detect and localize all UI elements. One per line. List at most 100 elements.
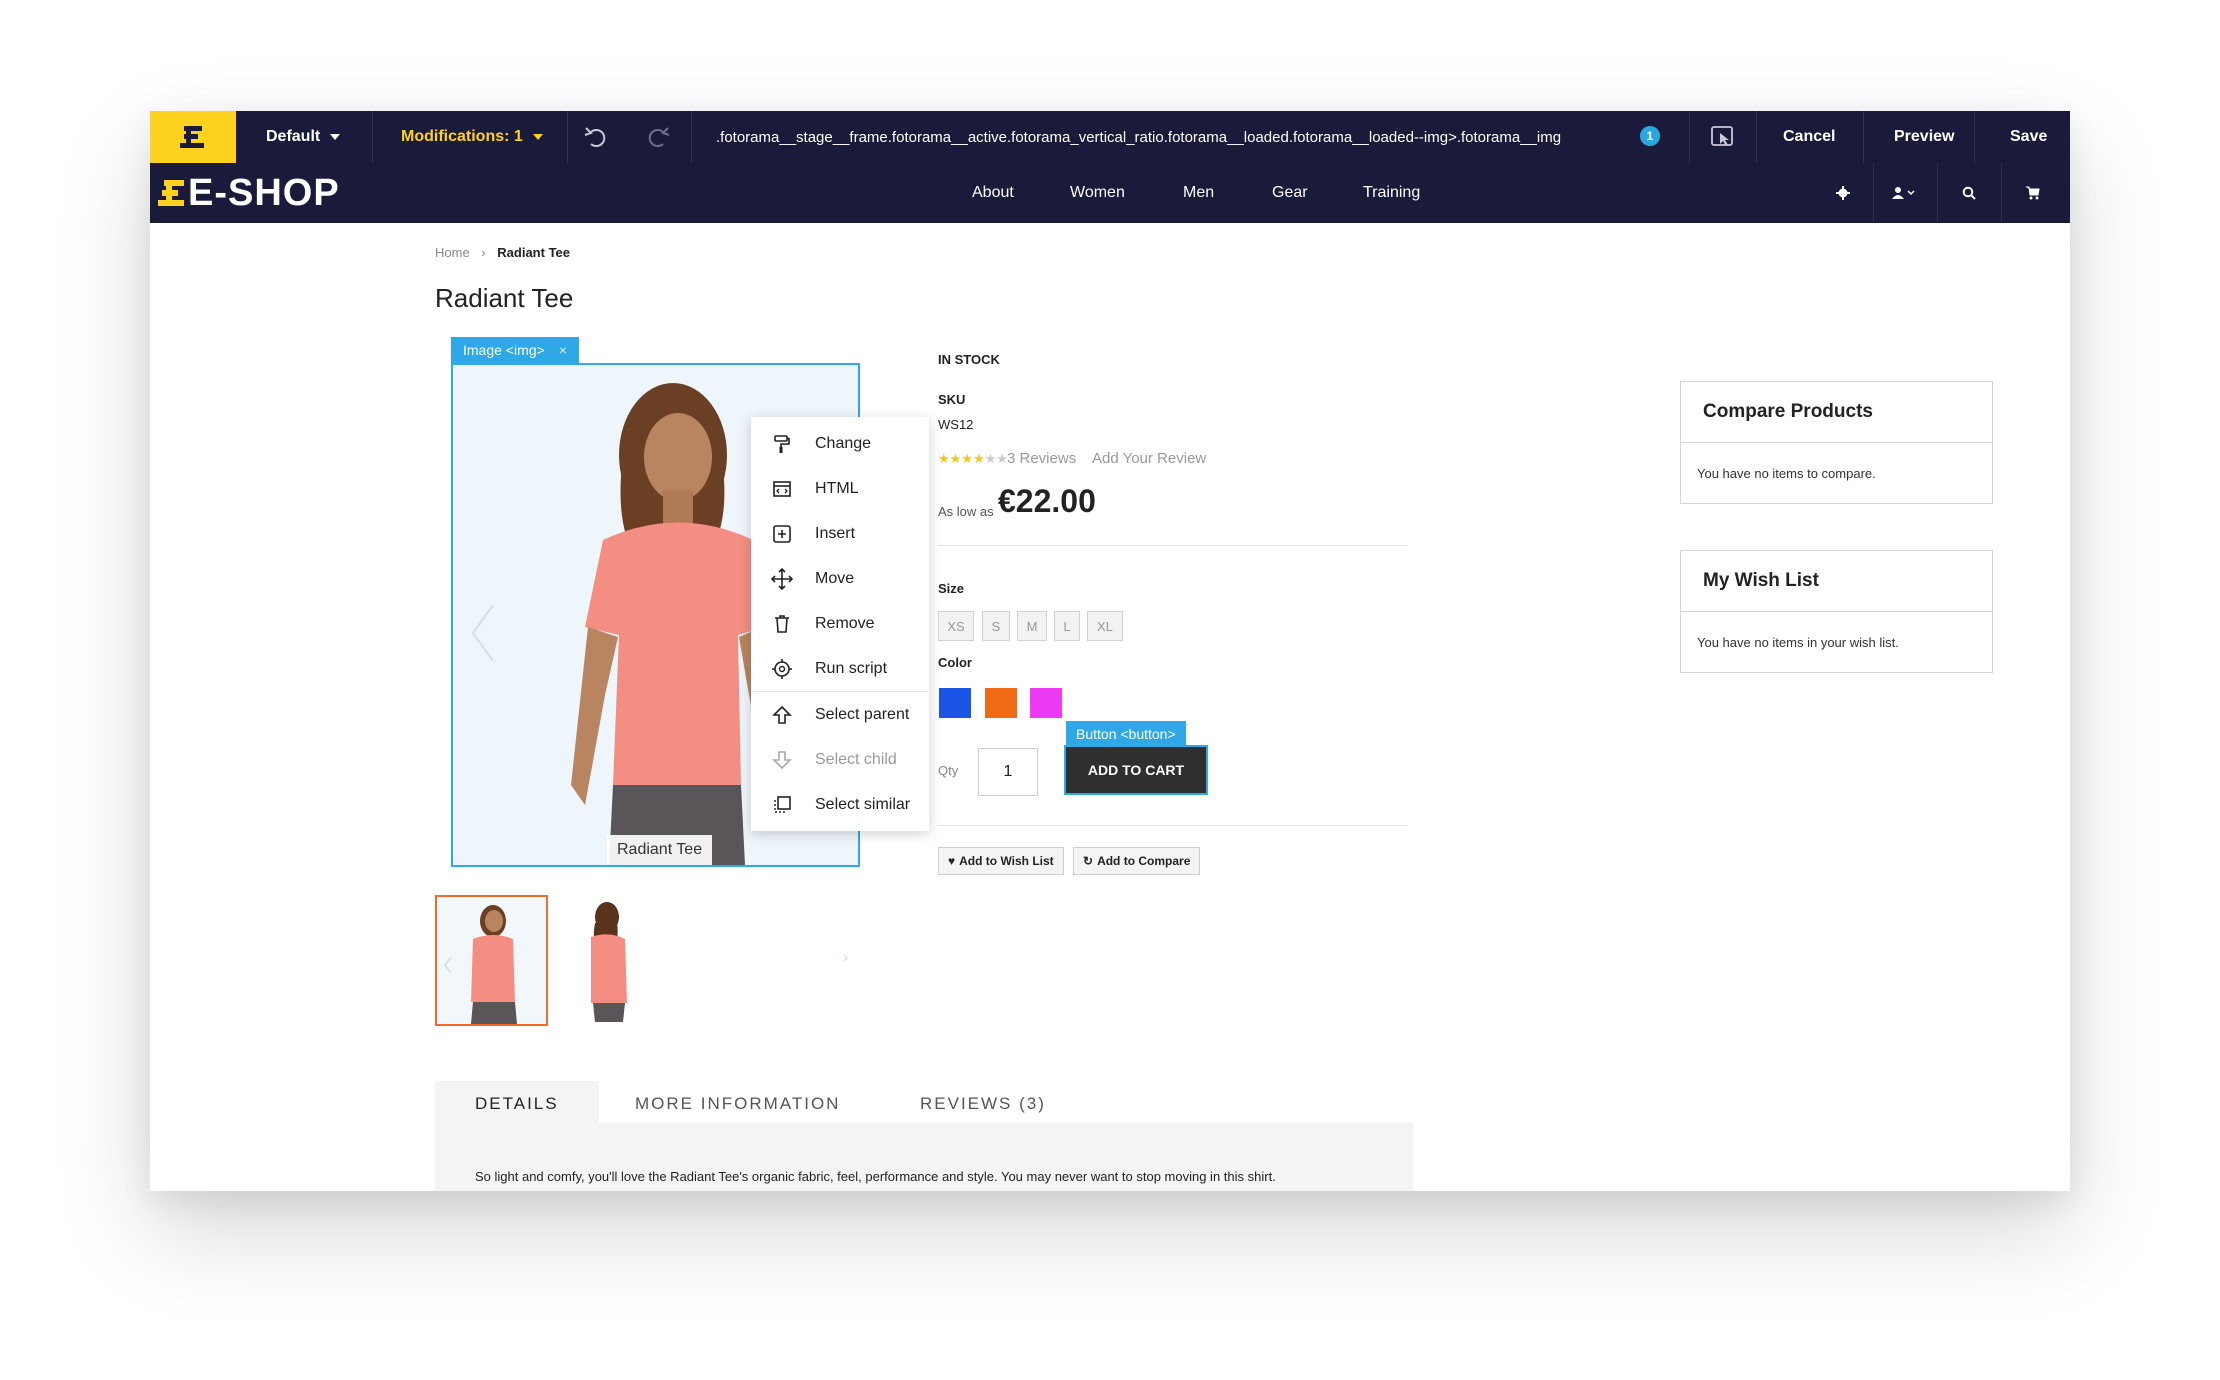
- tab-more-information[interactable]: MORE INFORMATION: [635, 1081, 840, 1127]
- rating-stars: ★★★★★★: [938, 451, 1008, 467]
- add-to-wish-list-button[interactable]: ♥ Add to Wish List: [938, 847, 1064, 875]
- thumbnail-photo: [444, 905, 517, 1024]
- add-to-cart-button[interactable]: ADD TO CART: [1064, 745, 1208, 795]
- menu-item-insert[interactable]: Insert: [751, 511, 929, 556]
- price-prefix: As low as: [938, 504, 994, 519]
- size-option-m[interactable]: M: [1017, 611, 1047, 641]
- context-menu: Change HTML Insert Move Remove Run scrip…: [751, 417, 929, 831]
- divider: [1937, 163, 1938, 223]
- layout-dropdown[interactable]: Default: [266, 111, 341, 163]
- chevron-right-icon[interactable]: ›: [843, 949, 848, 967]
- add-to-compare-button[interactable]: ↻ Add to Compare: [1073, 847, 1201, 875]
- nav-about[interactable]: About: [972, 163, 1014, 223]
- divider: [2001, 163, 2002, 223]
- shop-logo-text: E-SHOP: [188, 171, 340, 214]
- tab-details[interactable]: DETAILS: [435, 1081, 599, 1127]
- color-swatch-orange[interactable]: [985, 688, 1017, 718]
- page-title: Radiant Tee: [435, 283, 574, 313]
- modifications-dropdown[interactable]: Modifications: 1: [401, 111, 543, 163]
- divider: [1873, 163, 1874, 223]
- menu-item-change[interactable]: Change: [751, 421, 929, 466]
- device-toggle-button[interactable]: [1709, 111, 1735, 163]
- nav-training[interactable]: Training: [1363, 163, 1420, 223]
- menu-item-run-script[interactable]: Run script: [751, 646, 929, 691]
- redo-button[interactable]: [644, 111, 672, 163]
- button-element-label[interactable]: Button <button>: [1066, 721, 1186, 747]
- browser-window: Default Modifications: 1 .fotorama__stag…: [150, 111, 2070, 1191]
- save-button[interactable]: Save: [2010, 111, 2047, 163]
- nav-gear[interactable]: Gear: [1272, 163, 1308, 223]
- size-option-s[interactable]: S: [982, 611, 1010, 641]
- chevron-right-icon: ›: [481, 245, 486, 260]
- star-icon: ★: [938, 451, 950, 466]
- gear-script-icon: [771, 658, 793, 680]
- menu-item-move[interactable]: Move: [751, 556, 929, 601]
- size-label: Size: [938, 581, 965, 596]
- divider: [1756, 111, 1757, 163]
- menu-item-label: Select child: [815, 750, 897, 768]
- nav-women[interactable]: Women: [1070, 163, 1125, 223]
- add-review-link[interactable]: Add Your Review: [1092, 450, 1206, 467]
- breadcrumb-current: Radiant Tee: [497, 245, 570, 260]
- plus-square-icon: [771, 523, 793, 545]
- breadcrumb-home[interactable]: Home: [435, 245, 470, 260]
- cart-button[interactable]: [2003, 163, 2063, 223]
- product-price: €22.00: [998, 483, 1096, 519]
- arrow-up-icon: [771, 704, 793, 726]
- close-icon[interactable]: ×: [559, 342, 567, 358]
- qty-input[interactable]: 1: [978, 748, 1038, 796]
- size-option-xl[interactable]: XL: [1087, 611, 1123, 641]
- reviews-link[interactable]: 3 Reviews: [1007, 450, 1076, 467]
- compare-label: Add to Compare: [1097, 854, 1191, 868]
- code-window-icon: [771, 478, 793, 500]
- divider: [938, 545, 1408, 546]
- color-swatch-blue[interactable]: [939, 688, 971, 718]
- selector-path[interactable]: .fotorama__stage__frame.fotorama__active…: [716, 111, 1561, 163]
- search-button[interactable]: [1939, 163, 1999, 223]
- thumbnail-photo: [591, 902, 627, 1022]
- modifications-label: Modifications: 1: [401, 128, 523, 145]
- editor-logo[interactable]: [150, 111, 236, 163]
- menu-item-select-parent[interactable]: Select parent: [751, 692, 929, 737]
- divider: [567, 111, 568, 163]
- menu-item-label: Remove: [815, 614, 875, 632]
- color-swatch-magenta[interactable]: [1030, 688, 1062, 718]
- size-option-xs[interactable]: XS: [938, 611, 974, 641]
- nav-men[interactable]: Men: [1183, 163, 1214, 223]
- star-icon: ★: [949, 451, 962, 466]
- compare-products-empty: You have no items to compare.: [1697, 465, 1876, 481]
- thumbnail-back[interactable]: [555, 895, 664, 1022]
- divider: [938, 825, 1408, 826]
- user-icon: [1892, 187, 1915, 199]
- shop-logo-mark-icon: [158, 180, 184, 206]
- size-option-l[interactable]: L: [1054, 611, 1080, 641]
- compare-products-title: Compare Products: [1681, 382, 1992, 443]
- refresh-icon: ↻: [1083, 854, 1094, 868]
- product-description: So light and comfy, you'll love the Radi…: [475, 1169, 1276, 1184]
- menu-item-label: Change: [815, 434, 872, 452]
- compare-products-block: Compare Products You have no items to co…: [1680, 381, 1993, 504]
- star-icon: ★: [961, 451, 973, 466]
- notification-badge[interactable]: 1: [1640, 126, 1660, 146]
- undo-button[interactable]: [582, 111, 610, 163]
- shop-logo[interactable]: E-SHOP: [156, 171, 340, 214]
- thumbnail-front[interactable]: [435, 895, 548, 1026]
- wish-list-title: My Wish List: [1681, 551, 1992, 612]
- account-button[interactable]: [1875, 163, 1935, 223]
- wish-list-block: My Wish List You have no items in your w…: [1680, 550, 1993, 673]
- menu-item-html[interactable]: HTML: [751, 466, 929, 511]
- divider: [372, 111, 373, 163]
- preview-button[interactable]: Preview: [1894, 111, 1954, 163]
- wish-list-empty: You have no items in your wish list.: [1697, 634, 1899, 650]
- gear-icon: [1836, 186, 1850, 200]
- settings-button[interactable]: [1813, 163, 1873, 223]
- tab-reviews[interactable]: REVIEWS (3): [920, 1081, 1046, 1127]
- cancel-button[interactable]: Cancel: [1783, 111, 1835, 163]
- image-element-label[interactable]: Image <img> ×: [451, 337, 579, 363]
- menu-item-select-similar[interactable]: Select similar: [751, 782, 929, 827]
- move-arrows-icon: [771, 567, 793, 590]
- image-element-label-text: Image <img>: [463, 342, 545, 358]
- menu-item-select-child[interactable]: Select child: [751, 737, 929, 782]
- menu-item-label: Select parent: [815, 705, 910, 723]
- menu-item-remove[interactable]: Remove: [751, 601, 929, 646]
